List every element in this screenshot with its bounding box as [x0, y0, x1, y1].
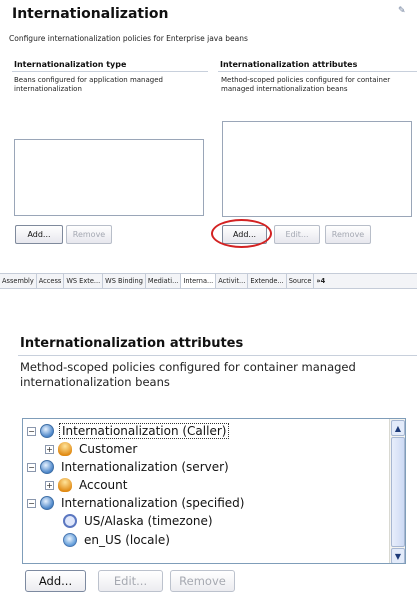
expand-icon[interactable]: +: [45, 480, 54, 490]
expand-icon[interactable]: +: [45, 444, 54, 454]
section-description-i18n-type: Beans configured for application managed…: [14, 76, 163, 93]
collapse-icon[interactable]: −: [27, 462, 36, 472]
zoom-section-description: Method-scoped policies configured for co…: [20, 360, 356, 389]
tree-item-label: Internationalization (server): [61, 460, 229, 474]
section-divider: [12, 71, 208, 72]
tab-source[interactable]: Source: [287, 274, 315, 288]
i18n-type-remove-button[interactable]: Remove: [66, 225, 112, 244]
tree-item[interactable]: − Internationalization (specified): [27, 494, 246, 512]
tree-item-label: Internationalization (Caller): [59, 423, 230, 439]
section-divider: [218, 71, 417, 72]
i18n-attributes-remove-button[interactable]: Remove: [325, 225, 371, 244]
scroll-up-icon[interactable]: ▲: [391, 420, 405, 436]
zoom-edit-button[interactable]: Edit...: [98, 570, 163, 592]
tab-activity[interactable]: Activit...: [216, 274, 249, 288]
tree-item-label: US/Alaska (timezone): [84, 514, 213, 528]
editor-tab-bar: Assembly Access WS Exte... WS Binding Me…: [0, 273, 417, 289]
tab-overflow-button[interactable]: »4: [314, 274, 327, 288]
locale-icon: [63, 533, 77, 547]
tab-ws-extensions[interactable]: WS Exte...: [64, 274, 104, 288]
user-icon: [58, 478, 72, 492]
tab-mediation[interactable]: Mediati...: [146, 274, 182, 288]
zoom-add-button[interactable]: Add...: [25, 570, 86, 592]
zoom-section-heading: Internationalization attributes: [20, 336, 244, 351]
page-subtitle: Configure internationalization policies …: [9, 34, 248, 43]
timezone-icon: [63, 514, 77, 528]
section-divider: [18, 355, 417, 356]
tab-access[interactable]: Access: [37, 274, 65, 288]
tree-item[interactable]: en_US (locale): [63, 531, 172, 549]
zoom-remove-button[interactable]: Remove: [170, 570, 235, 592]
section-heading-i18n-type: Internationalization type: [14, 60, 127, 69]
tab-internationalization[interactable]: Interna...: [181, 274, 217, 288]
tree-item[interactable]: − Internationalization (server): [27, 458, 231, 476]
tree-item[interactable]: − Internationalization (Caller): [27, 422, 230, 440]
i18n-type-list[interactable]: [14, 139, 204, 216]
tree-item[interactable]: + Account: [45, 476, 129, 494]
vertical-scrollbar[interactable]: ▲ ▼: [389, 419, 405, 563]
scrollbar-thumb[interactable]: [391, 437, 405, 547]
tree-item-label: Account: [79, 478, 128, 492]
globe-icon: [40, 496, 54, 510]
tree-item-label: Internationalization (specified): [61, 496, 245, 510]
globe-icon: [40, 424, 54, 438]
tab-extended[interactable]: Extende...: [248, 274, 287, 288]
tree-item-label: Customer: [79, 442, 138, 456]
scroll-down-icon[interactable]: ▼: [391, 548, 405, 563]
section-description-i18n-attributes: Method-scoped policies configured for co…: [221, 76, 391, 93]
globe-icon: [40, 460, 54, 474]
collapse-icon[interactable]: −: [27, 498, 36, 508]
help-icon[interactable]: ✎: [398, 6, 408, 18]
page-title: Internationalization: [12, 6, 169, 22]
i18n-attributes-tree[interactable]: − Internationalization (Caller) + Custom…: [22, 418, 406, 564]
highlight-circle: [211, 219, 272, 248]
tab-assembly[interactable]: Assembly: [0, 274, 37, 288]
tree-item-label: en_US (locale): [84, 533, 170, 547]
i18n-attributes-edit-button[interactable]: Edit...: [274, 225, 320, 244]
tab-ws-binding[interactable]: WS Binding: [103, 274, 146, 288]
tree-item[interactable]: US/Alaska (timezone): [63, 512, 215, 530]
section-heading-i18n-attributes: Internationalization attributes: [220, 60, 358, 69]
collapse-icon[interactable]: −: [27, 426, 36, 436]
user-icon: [58, 442, 72, 456]
tree-item[interactable]: + Customer: [45, 440, 139, 458]
i18n-type-add-button[interactable]: Add...: [15, 225, 63, 244]
i18n-attributes-list[interactable]: [222, 121, 412, 217]
